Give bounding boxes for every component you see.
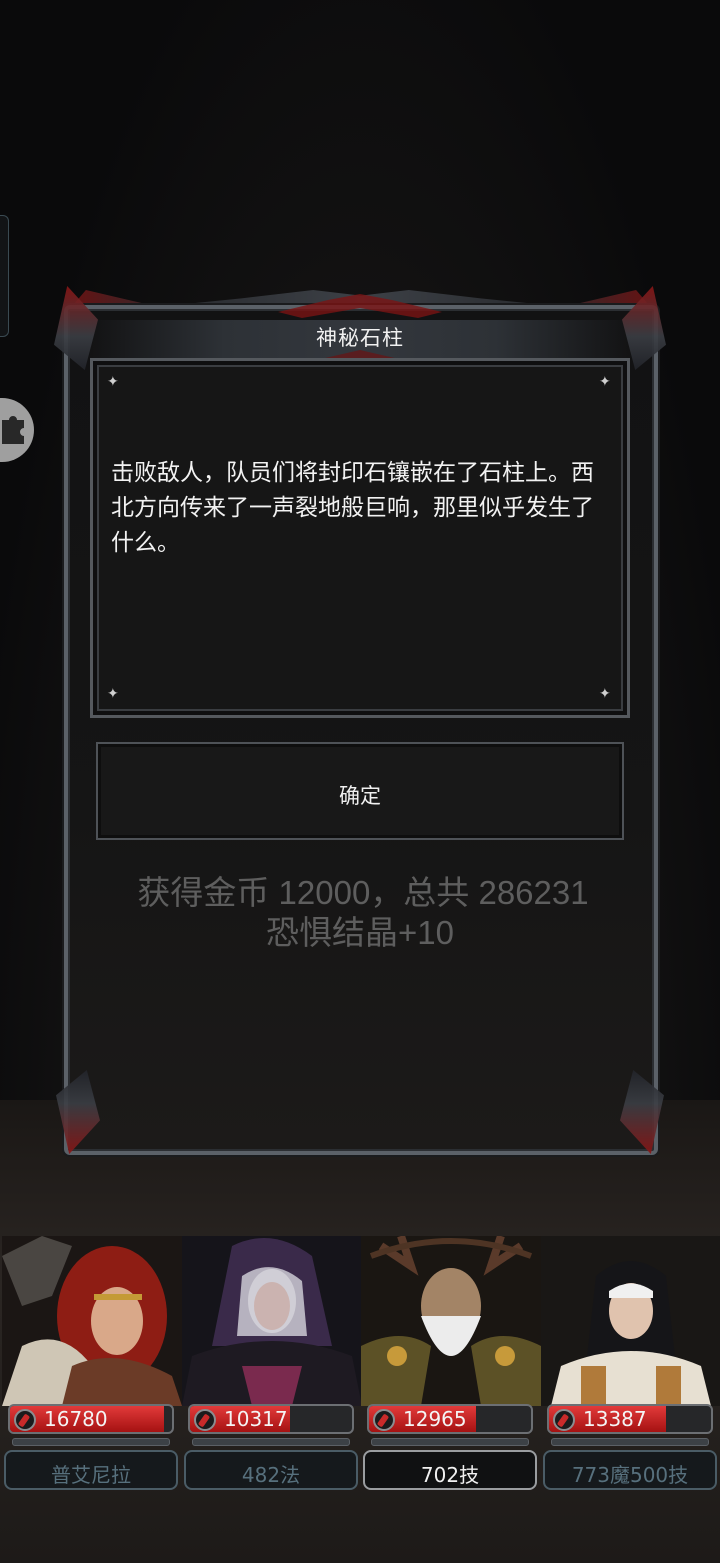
side-drawer-tab[interactable] <box>0 215 9 337</box>
sparkle-icon: ✦ <box>599 686 611 702</box>
hero-label: 普艾尼拉 <box>51 1463 131 1487</box>
reward-crystal-text: 恐惧结晶+10 <box>266 914 454 951</box>
hero-portrait <box>541 1236 720 1406</box>
hero-portrait <box>182 1236 362 1406</box>
hero-nameplate[interactable]: 702技 <box>363 1450 537 1490</box>
dialog-title: 神秘石柱 <box>316 326 404 350</box>
hero-label: 702技 <box>420 1463 480 1487</box>
hp-value: 13387 <box>583 1407 647 1431</box>
hero-nameplate[interactable]: 773魔500技 <box>543 1450 717 1490</box>
hero-label: 482法 <box>241 1463 301 1487</box>
mp-bar <box>551 1438 709 1446</box>
mp-bar <box>192 1438 350 1446</box>
puzzle-icon <box>2 416 24 444</box>
hero-nameplate[interactable]: 普艾尼拉 <box>4 1450 178 1490</box>
blood-drop-icon <box>553 1409 575 1431</box>
hp-bar: 10317 <box>188 1404 354 1434</box>
blood-drop-icon <box>14 1409 36 1431</box>
blood-drop-icon <box>373 1409 395 1431</box>
hp-value: 16780 <box>44 1407 108 1431</box>
hp-bar: 13387 <box>547 1404 713 1434</box>
confirm-button[interactable]: 确定 <box>96 742 624 840</box>
hero-label: 773魔500技 <box>571 1463 689 1487</box>
blood-drop-icon <box>194 1409 216 1431</box>
party-member-4[interactable]: 13387 773魔500技 <box>541 1236 720 1496</box>
hp-bar: 16780 <box>8 1404 174 1434</box>
party-member-3[interactable]: 12965 702技 <box>361 1236 541 1496</box>
party-member-1[interactable]: 16780 普艾尼拉 <box>2 1236 182 1496</box>
dialog-message: 击败敌人，队员们将封印石镶嵌在了石柱上。西北方向传来了一声裂地般巨响，那里似乎发… <box>111 460 594 556</box>
sparkle-icon: ✦ <box>107 374 119 390</box>
hero-portrait <box>361 1236 541 1406</box>
confirm-button-label: 确定 <box>339 784 381 808</box>
hero-nameplate[interactable]: 482法 <box>184 1450 358 1490</box>
sparkle-icon: ✦ <box>599 374 611 390</box>
hp-value: 12965 <box>403 1407 467 1431</box>
hp-bar: 12965 <box>367 1404 533 1434</box>
mp-bar <box>12 1438 170 1446</box>
hero-portrait <box>2 1236 182 1406</box>
mp-bar <box>371 1438 529 1446</box>
party-member-2[interactable]: 10317 482法 <box>182 1236 362 1496</box>
sparkle-icon: ✦ <box>107 686 119 702</box>
hp-value: 10317 <box>224 1407 288 1431</box>
